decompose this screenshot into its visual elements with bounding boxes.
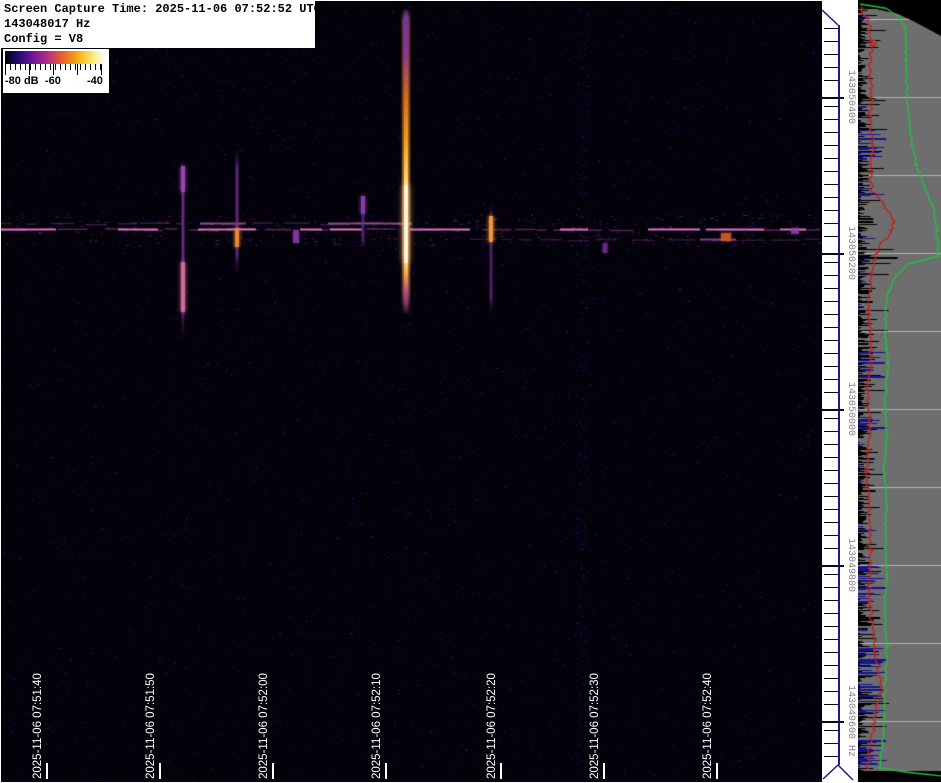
frequency-minor-tick <box>824 80 838 81</box>
frequency-minor-tick <box>824 301 838 302</box>
spectrum-plot-panel <box>858 0 941 783</box>
frequency-minor-tick <box>824 28 838 29</box>
frequency-minor-tick <box>824 158 838 159</box>
frequency-minor-tick <box>824 548 838 549</box>
frequency-minor-tick <box>824 379 838 380</box>
time-axis-label: 2025-11-06 07:52:10 <box>371 673 383 779</box>
colormap-ruler-ticks <box>5 64 105 75</box>
frequency-minor-tick <box>824 470 838 471</box>
frequency-minor-tick <box>824 366 838 367</box>
frequency-minor-tick <box>824 704 838 705</box>
frequency-minor-tick <box>824 574 838 575</box>
legend-db-label: -40 <box>87 75 103 87</box>
frequency-minor-tick <box>824 600 838 601</box>
frequency-minor-tick <box>824 184 838 185</box>
frequency-minor-tick <box>824 743 838 744</box>
frequency-minor-tick <box>824 132 838 133</box>
sdr-waterfall-window: Screen Capture Time: 2025-11-06 07:52:52… <box>0 0 941 783</box>
frequency-minor-tick <box>824 106 838 107</box>
frequency-minor-tick <box>824 639 838 640</box>
frequency-axis-label: 143050400 <box>845 70 856 125</box>
frequency-minor-tick <box>824 496 838 497</box>
frequency-major-tick <box>820 409 844 411</box>
time-axis-tick <box>46 763 48 779</box>
frequency-minor-tick <box>824 275 838 276</box>
frequency-minor-tick <box>824 483 838 484</box>
center-frequency-text: 143048017 Hz <box>4 17 91 31</box>
frequency-minor-tick <box>824 236 838 237</box>
color-scale-legend: -80 dB -60 -40 <box>3 49 109 93</box>
frequency-minor-tick <box>824 626 838 627</box>
frequency-minor-tick <box>824 457 838 458</box>
frequency-minor-tick <box>824 444 838 445</box>
frequency-axis-label: 143050200 <box>845 226 856 281</box>
time-axis-tick <box>500 763 502 779</box>
frequency-minor-tick <box>824 392 838 393</box>
frequency-minor-tick <box>824 431 838 432</box>
frequency-major-tick <box>820 721 844 723</box>
frequency-major-tick <box>820 565 844 567</box>
time-axis-tick <box>603 763 605 779</box>
frequency-minor-tick <box>824 210 838 211</box>
capture-time-text: Screen Capture Time: 2025-11-06 07:52:52… <box>4 2 321 16</box>
frequency-axis-label: 143049800 <box>845 538 856 593</box>
legend-db-label: -60 <box>45 75 61 87</box>
frequency-minor-tick <box>824 613 838 614</box>
frequency-axis-label: 143050000 <box>845 382 856 437</box>
time-axis-label: 2025-11-06 07:51:40 <box>32 673 44 779</box>
frequency-minor-tick <box>824 171 838 172</box>
frequency-minor-tick <box>824 678 838 679</box>
time-axis-tick <box>716 763 718 779</box>
frequency-axis-label: 143049600 Hz <box>845 685 856 758</box>
frequency-minor-tick <box>824 314 838 315</box>
time-axis-label: 2025-11-06 07:52:30 <box>589 673 601 779</box>
frequency-minor-tick <box>824 509 838 510</box>
frequency-minor-tick <box>824 730 838 731</box>
window-border-top <box>0 0 858 1</box>
spectrogram-waterfall <box>0 0 822 783</box>
frequency-minor-tick <box>824 652 838 653</box>
frequency-major-tick <box>820 97 844 99</box>
frequency-minor-tick <box>824 54 838 55</box>
frequency-axis: 143050400 143050200 143050000 143049800 1430… <box>820 0 858 783</box>
config-text: Config = V8 <box>4 32 84 46</box>
frequency-minor-tick <box>824 691 838 692</box>
frequency-major-tick <box>820 253 844 255</box>
frequency-minor-tick <box>824 119 838 120</box>
window-border-left <box>0 0 1 783</box>
frequency-minor-tick <box>824 223 838 224</box>
capture-info-box: Screen Capture Time: 2025-11-06 07:52:52… <box>0 0 321 48</box>
frequency-minor-tick <box>824 535 838 536</box>
time-axis-label: 2025-11-06 07:51:50 <box>145 673 157 779</box>
frequency-minor-tick <box>824 756 838 757</box>
frequency-minor-tick <box>824 145 838 146</box>
frequency-minor-tick <box>824 262 838 263</box>
time-axis-label: 2025-11-06 07:52:20 <box>486 673 498 779</box>
frequency-minor-tick <box>824 197 838 198</box>
time-axis-tick <box>385 763 387 779</box>
frequency-minor-tick <box>824 587 838 588</box>
frequency-minor-tick <box>824 340 838 341</box>
time-axis-tick <box>159 763 161 779</box>
frequency-minor-tick <box>824 41 838 42</box>
frequency-minor-tick <box>824 665 838 666</box>
time-axis-label: 2025-11-06 07:52:00 <box>258 673 270 779</box>
frequency-minor-tick <box>824 353 838 354</box>
colormap-gradient-bar <box>5 51 105 64</box>
frequency-minor-tick <box>824 522 838 523</box>
legend-db-label: -80 dB <box>5 75 39 87</box>
frequency-minor-tick <box>824 288 838 289</box>
frequency-minor-tick <box>824 327 838 328</box>
time-axis-tick <box>272 763 274 779</box>
time-axis-label: 2025-11-06 07:52:40 <box>702 673 714 779</box>
frequency-minor-tick <box>824 67 838 68</box>
frequency-minor-tick <box>824 418 838 419</box>
